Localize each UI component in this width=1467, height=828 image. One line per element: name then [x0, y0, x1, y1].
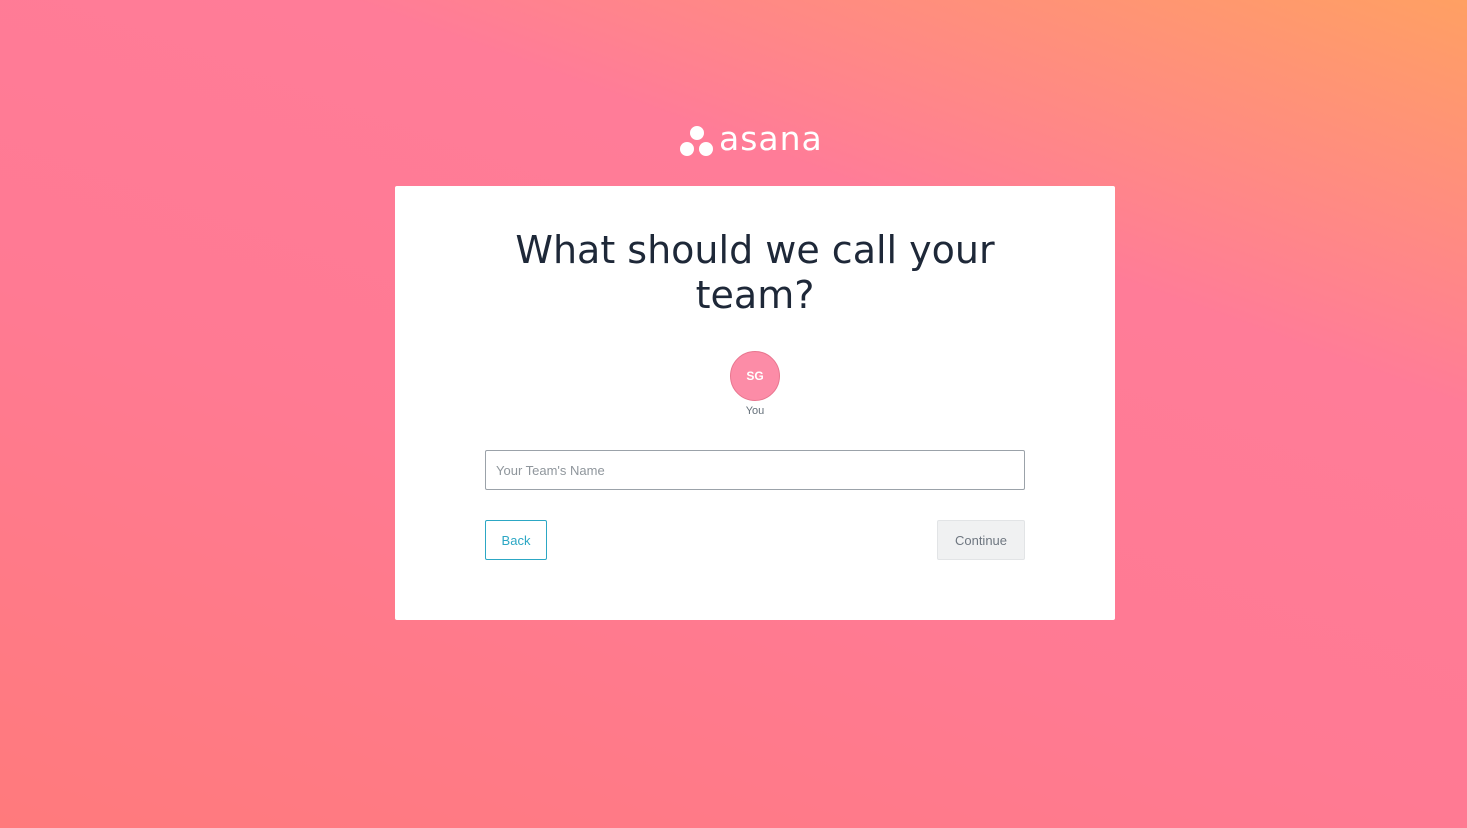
asana-logo: asana: [680, 118, 823, 158]
team-name-card: What should we call your team? SG You Ba…: [395, 186, 1115, 620]
back-button[interactable]: Back: [485, 520, 547, 560]
page-title: What should we call your team?: [395, 228, 1115, 318]
logo-wordmark: asana: [719, 118, 823, 158]
page-title-line-2: team?: [695, 273, 815, 317]
avatar-initials: SG: [746, 369, 764, 383]
page-title-line-1: What should we call your: [515, 228, 995, 272]
team-name-input[interactable]: [485, 450, 1025, 490]
asana-dots-icon: [680, 124, 714, 156]
avatar: SG: [730, 351, 780, 401]
continue-button[interactable]: Continue: [937, 520, 1025, 560]
avatar-label: You: [745, 405, 765, 417]
